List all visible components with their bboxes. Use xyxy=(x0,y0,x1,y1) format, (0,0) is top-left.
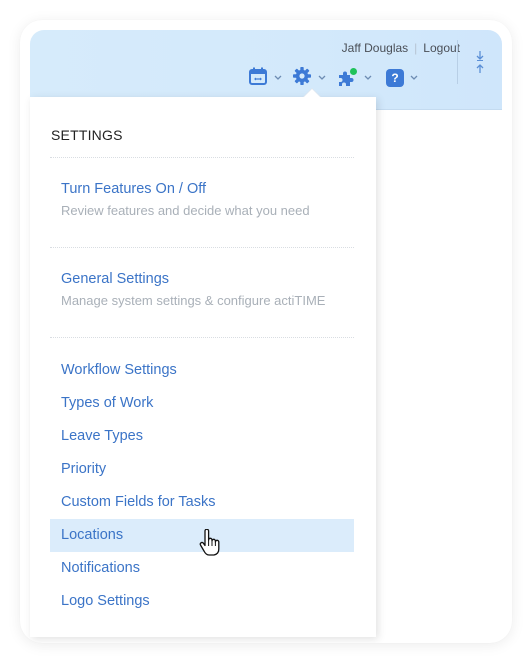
menu-section-turn-features[interactable]: Turn Features On / Off Review features a… xyxy=(50,181,354,218)
section-description: Review features and decide what you need xyxy=(61,203,310,218)
menu-item-types-of-work[interactable]: Types of Work xyxy=(50,387,354,420)
chevron-down-icon xyxy=(406,70,422,86)
settings-dropdown-menu: SETTINGS Turn Features On / Off Review f… xyxy=(30,97,376,637)
dropdown-caret xyxy=(304,89,320,97)
settings-menu-button[interactable] xyxy=(292,66,336,91)
menu-title: SETTINGS xyxy=(51,127,123,143)
menu-section-general-settings[interactable]: General Settings Manage system settings … xyxy=(50,271,354,308)
chevron-down-icon xyxy=(360,70,376,86)
calendar-menu-button[interactable] xyxy=(248,66,292,91)
help-icon: ? xyxy=(386,69,404,87)
menu-item-notifications[interactable]: Notifications xyxy=(50,552,354,585)
menu-item-leave-types[interactable]: Leave Types xyxy=(50,420,354,453)
toolbar-icons: ? xyxy=(248,66,428,91)
divider xyxy=(50,157,354,158)
menu-item-logo-settings[interactable]: Logo Settings xyxy=(50,585,354,618)
chevron-down-icon xyxy=(314,70,330,86)
divider xyxy=(50,247,354,248)
menu-item-custom-fields-for-tasks[interactable]: Custom Fields for Tasks xyxy=(50,486,354,519)
help-glyph: ? xyxy=(391,71,399,85)
collapse-arrows-icon xyxy=(473,51,487,82)
status-badge xyxy=(350,68,357,75)
chevron-down-icon xyxy=(270,70,286,86)
section-title: Turn Features On / Off xyxy=(61,181,207,197)
app-window: Jaff Douglas | Logout ? SETTINGS Turn Fe… xyxy=(20,20,512,643)
menu-item-workflow-settings[interactable]: Workflow Settings xyxy=(50,354,354,387)
integrations-menu-button[interactable] xyxy=(336,68,382,88)
separator: | xyxy=(414,41,418,55)
calendar-icon xyxy=(248,66,268,91)
section-description: Manage system settings & configure actiT… xyxy=(61,293,326,308)
collapse-header-button[interactable] xyxy=(473,48,487,78)
logout-link[interactable]: Logout xyxy=(423,41,460,55)
user-info: Jaff Douglas | Logout xyxy=(342,41,460,55)
help-menu-button[interactable]: ? xyxy=(386,69,428,87)
user-name-link[interactable]: Jaff Douglas xyxy=(342,41,409,55)
divider xyxy=(50,337,354,338)
menu-item-priority[interactable]: Priority xyxy=(50,453,354,486)
header-divider xyxy=(457,40,458,84)
menu-item-locations[interactable]: Locations xyxy=(50,519,354,552)
gear-icon xyxy=(292,66,312,91)
puzzle-icon xyxy=(336,68,358,88)
section-title: General Settings xyxy=(61,271,170,287)
